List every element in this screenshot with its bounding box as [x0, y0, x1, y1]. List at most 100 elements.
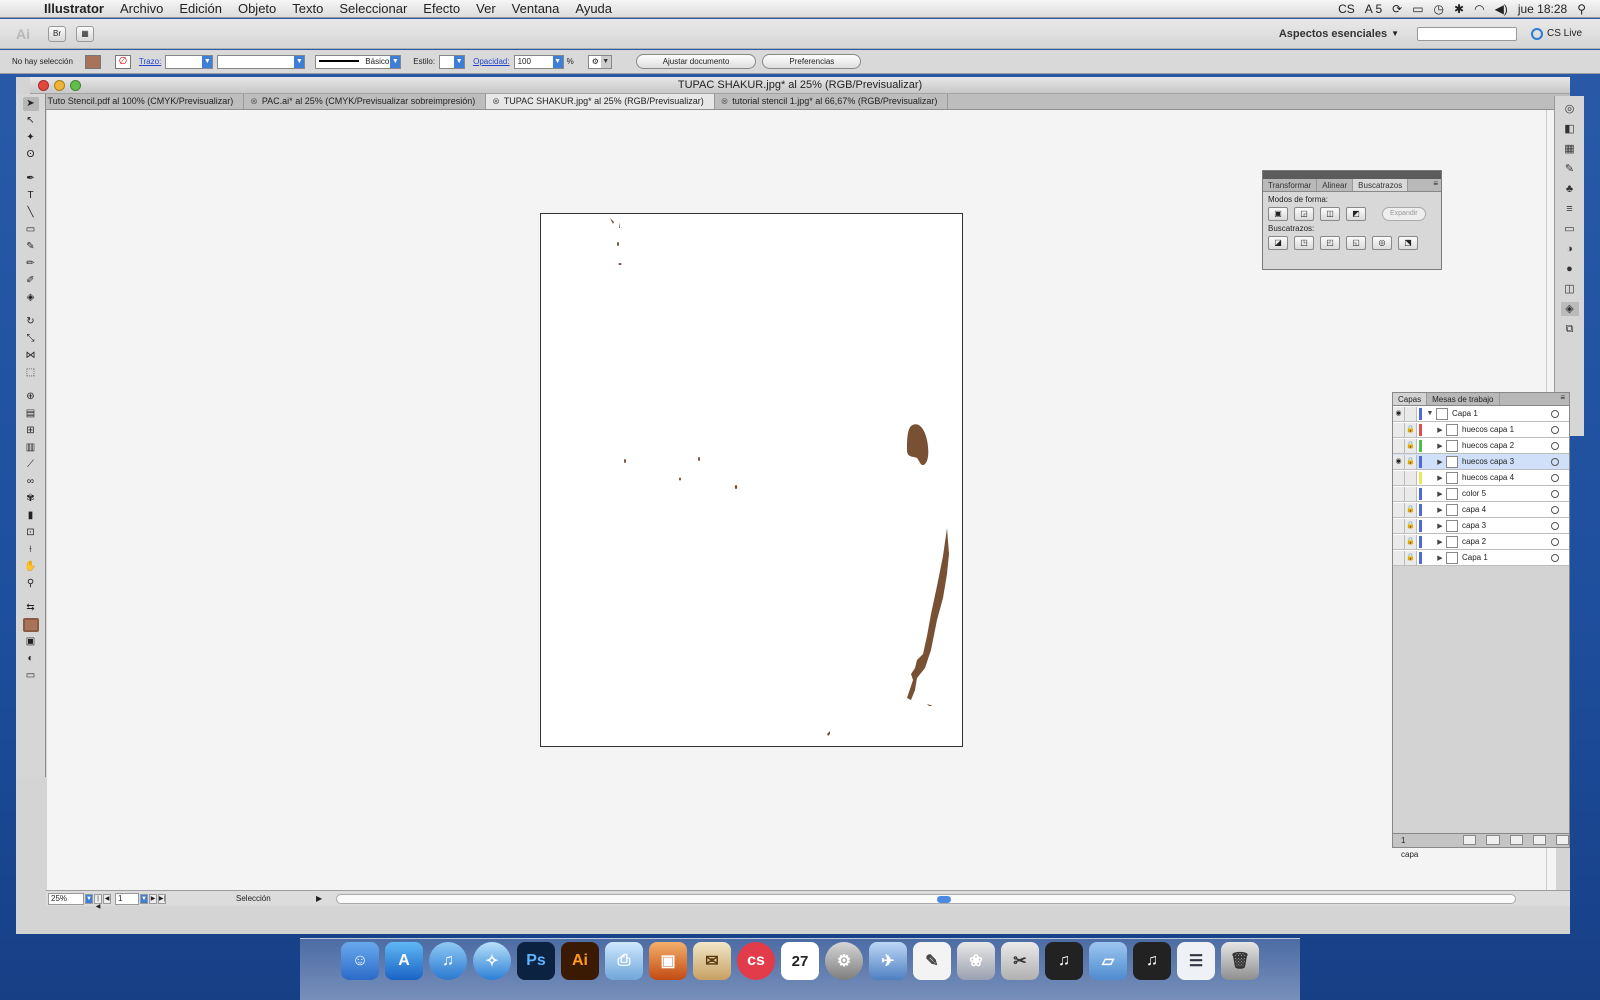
visibility-toggle-icon[interactable] [1393, 534, 1405, 549]
layer-name[interactable]: capa 4 [1462, 505, 1551, 514]
cs-live-button[interactable]: CS Live [1530, 27, 1582, 40]
intersect-button[interactable]: ◫ [1320, 207, 1340, 221]
tab-tutorial-stencil[interactable]: ⊗ tutorial stencil 1.jpg* al 66,67% (RGB/… [715, 94, 949, 109]
textedit-icon[interactable]: ✎ [913, 942, 951, 980]
brush-profile-dropdown[interactable]: Básico ▼ [315, 54, 402, 69]
layer-row[interactable]: ▶ color 5 [1393, 486, 1569, 502]
music-icon[interactable]: ♫ [1045, 942, 1083, 980]
arrange-documents-button[interactable]: ▦ [76, 25, 94, 42]
target-icon[interactable] [1551, 553, 1559, 562]
layer-row[interactable]: ◉ 🔒 ▶ huecos capa 3 [1393, 454, 1569, 470]
expand-triangle-icon[interactable]: ▶ [1434, 522, 1446, 530]
preferences-button[interactable]: Preferencias [762, 54, 862, 69]
color-guide-icon[interactable]: ◎ [1561, 102, 1579, 116]
illustrator-icon[interactable]: Ai [561, 942, 599, 980]
visibility-toggle-icon[interactable] [1393, 502, 1405, 517]
eyedropper-tool-icon[interactable]: ⟋ [23, 458, 39, 472]
status-menu-icon[interactable]: ▶ [316, 894, 322, 903]
visibility-toggle-icon[interactable] [1393, 438, 1405, 453]
layer-row[interactable]: 🔒 ▶ capa 4 [1393, 502, 1569, 518]
scissors-icon[interactable]: ✂ [1001, 942, 1039, 980]
menu-ver[interactable]: Ver [468, 1, 504, 16]
gradient-tool-icon[interactable]: ▥ [23, 441, 39, 455]
layer-row[interactable]: 🔒 ▶ huecos capa 1 [1393, 422, 1569, 438]
new-layer-button[interactable] [1532, 835, 1546, 845]
symbol-sprayer-tool-icon[interactable]: ✾ [23, 492, 39, 506]
pencil-tool-icon[interactable]: ✏ [23, 257, 39, 271]
status-text[interactable]: Selección [236, 894, 316, 903]
menu-edicion[interactable]: Edición [171, 1, 230, 16]
expand-button[interactable]: Expandir [1382, 207, 1426, 221]
layer-row[interactable]: ◉ ▼ Capa 1 [1393, 406, 1569, 422]
layers-icon[interactable]: ◈ [1560, 302, 1579, 316]
lock-toggle-icon[interactable]: 🔒 [1405, 534, 1417, 549]
locate-object-button[interactable] [1463, 835, 1477, 845]
lastfm-icon[interactable]: cs [737, 942, 775, 980]
fit-document-button[interactable]: Ajustar documento [635, 54, 757, 69]
clock[interactable]: jue 18:28 [1518, 2, 1567, 16]
panel-menu-icon[interactable]: ≡ [1433, 179, 1441, 191]
minimize-window-button[interactable] [54, 80, 65, 91]
layer-name[interactable]: huecos capa 2 [1462, 441, 1551, 450]
tab-pac[interactable]: ⊗ PAC.ai* al 25% (CMYK/Previsualizar sobr… [244, 94, 487, 109]
rectangle-tool-icon[interactable]: ▭ [23, 223, 39, 237]
layer-name[interactable]: huecos capa 1 [1462, 425, 1551, 434]
visibility-toggle-icon[interactable]: ◉ [1393, 454, 1405, 469]
appearance-icon[interactable]: ● [1561, 262, 1579, 276]
slice-tool-icon[interactable]: ⟊ [23, 543, 39, 557]
target-icon[interactable] [1551, 505, 1559, 514]
magic-wand-tool-icon[interactable]: ✦ [23, 131, 39, 145]
expand-triangle-icon[interactable]: ▶ [1434, 458, 1446, 466]
trim-button[interactable]: ◳ [1294, 236, 1314, 250]
photos-icon[interactable]: ❀ [957, 942, 995, 980]
drawing-mode-icon[interactable]: ◐ [23, 652, 39, 666]
direct-selection-tool-icon[interactable]: ↖ [23, 114, 39, 128]
tab-tuto-stencil[interactable]: ⊗Tuto Stencil.pdf al 100% (CMYK/Previsua… [30, 94, 245, 109]
lock-toggle-icon[interactable] [1405, 470, 1417, 485]
last-artboard-button[interactable]: ▶| [158, 893, 166, 904]
menu-ventana[interactable]: Ventana [504, 1, 568, 16]
spotlight-icon[interactable]: ⚲ [1577, 2, 1586, 16]
bridge-button[interactable]: Br [48, 25, 66, 42]
cs-status-icon[interactable]: CS [1338, 2, 1355, 16]
artboard[interactable] [540, 213, 963, 747]
crop-button[interactable]: ◱ [1346, 236, 1366, 250]
line-tool-icon[interactable]: ╲ [23, 206, 39, 220]
layer-row[interactable]: 🔒 ▶ huecos capa 2 [1393, 438, 1569, 454]
tab-capas[interactable]: Capas [1393, 393, 1428, 405]
rotate-tool-icon[interactable]: ↻ [23, 315, 39, 329]
itunes-icon[interactable]: ♫ [429, 942, 467, 980]
graphic-styles-icon[interactable]: ◫ [1561, 282, 1579, 296]
iphoto-icon[interactable]: ▣ [649, 942, 687, 980]
artboard-number-input[interactable]: 1 [115, 892, 139, 905]
width-tool-icon[interactable]: ⋈ [23, 349, 39, 363]
visibility-toggle-icon[interactable] [1393, 486, 1405, 501]
preview-icon[interactable]: ⎙ [605, 942, 643, 980]
visibility-toggle-icon[interactable] [1393, 518, 1405, 533]
layer-name[interactable]: capa 3 [1462, 521, 1551, 530]
next-artboard-button[interactable]: ▶ [149, 893, 157, 904]
lock-toggle-icon[interactable]: 🔒 [1405, 518, 1417, 533]
paintbrush-tool-icon[interactable]: ✎ [23, 240, 39, 254]
close-icon[interactable]: ⊗ [250, 94, 258, 109]
menu-app-name[interactable]: Illustrator [36, 1, 112, 16]
trash-icon[interactable]: 🗑 [1221, 942, 1259, 980]
outline-button[interactable]: ◎ [1372, 236, 1392, 250]
target-icon[interactable] [1551, 489, 1559, 498]
visibility-toggle-icon[interactable]: ◉ [1393, 406, 1405, 421]
bluetooth-icon[interactable]: ✱ [1454, 2, 1464, 16]
minus-back-button[interactable]: ⬔ [1398, 236, 1418, 250]
first-artboard-button[interactable]: |◀ [94, 893, 102, 910]
safari-icon[interactable]: ✧ [473, 942, 511, 980]
exclude-button[interactable]: ◩ [1346, 207, 1366, 221]
expand-triangle-icon[interactable]: ▶ [1434, 426, 1446, 434]
menu-texto[interactable]: Texto [284, 1, 331, 16]
close-window-button[interactable] [38, 80, 49, 91]
blend-tool-icon[interactable]: ∞ [23, 475, 39, 489]
scale-tool-icon[interactable]: ⤡ [23, 332, 39, 346]
display-icon[interactable]: ▭ [1412, 2, 1423, 16]
minus-front-button[interactable]: ◲ [1294, 207, 1314, 221]
artboard-dropdown-icon[interactable]: ▼ [140, 893, 148, 904]
screen-mode-icon[interactable]: ▭ [23, 669, 39, 683]
lock-toggle-icon[interactable]: 🔒 [1405, 454, 1417, 469]
